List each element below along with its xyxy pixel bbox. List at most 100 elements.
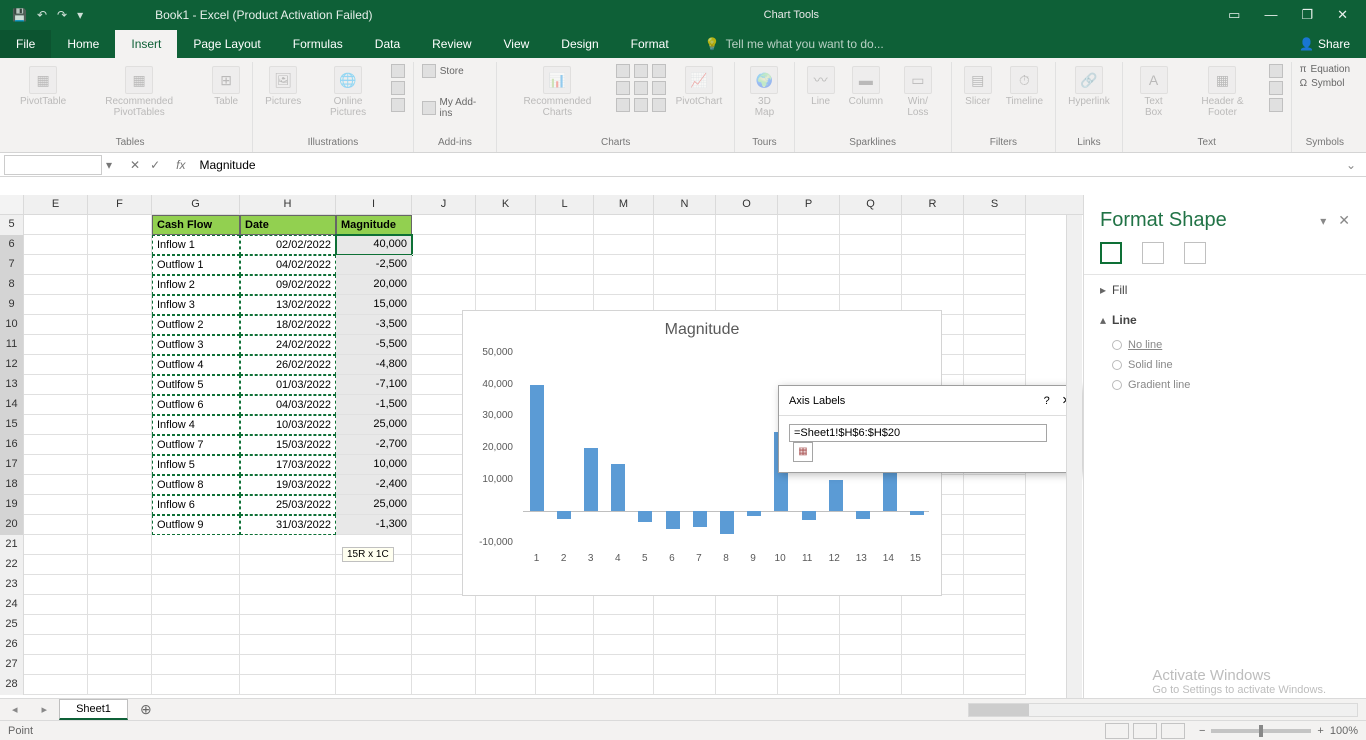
tab-formulas[interactable]: Formulas	[277, 30, 359, 58]
cell[interactable]	[152, 635, 240, 655]
cell[interactable]: Outflow 2	[152, 315, 240, 335]
cell[interactable]	[412, 235, 476, 255]
cell[interactable]: Inflow 1	[152, 235, 240, 255]
cell[interactable]	[412, 215, 476, 235]
fx-icon[interactable]: fx	[170, 158, 191, 172]
screenshot-button[interactable]	[391, 98, 405, 112]
cell[interactable]	[476, 675, 536, 695]
cell[interactable]	[88, 495, 152, 515]
col-header[interactable]: H	[240, 195, 336, 214]
expand-formula-bar-icon[interactable]: ⌄	[1336, 158, 1366, 172]
cell[interactable]	[88, 595, 152, 615]
cell[interactable]: 17/03/2022	[240, 455, 336, 475]
row-header[interactable]: 16	[0, 435, 24, 455]
cell[interactable]	[24, 295, 88, 315]
chart-bar[interactable]	[910, 511, 924, 515]
cell[interactable]: 02/02/2022	[240, 235, 336, 255]
cell[interactable]	[778, 595, 840, 615]
cell[interactable]	[716, 655, 778, 675]
row-header[interactable]: 28	[0, 675, 24, 695]
cell[interactable]	[964, 275, 1026, 295]
cell[interactable]: 01/03/2022	[240, 375, 336, 395]
gradient-line-option[interactable]: Gradient line	[1084, 375, 1366, 395]
cell[interactable]: Outflow 1	[152, 255, 240, 275]
cell[interactable]	[24, 455, 88, 475]
fill-section[interactable]: ▸Fill	[1084, 275, 1366, 305]
row-header[interactable]: 14	[0, 395, 24, 415]
chart-bar[interactable]	[584, 448, 598, 511]
row-header[interactable]: 19	[0, 495, 24, 515]
cell[interactable]	[536, 595, 594, 615]
cell[interactable]: 18/02/2022	[240, 315, 336, 335]
chart-bar[interactable]	[557, 511, 571, 519]
cell[interactable]: 13/02/2022	[240, 295, 336, 315]
solid-line-option[interactable]: Solid line	[1084, 355, 1366, 375]
cell[interactable]: 09/02/2022	[240, 275, 336, 295]
cell[interactable]: Inflow 3	[152, 295, 240, 315]
chart-title[interactable]: Magnitude	[463, 311, 941, 343]
save-icon[interactable]: 💾	[12, 8, 27, 22]
cell[interactable]	[240, 635, 336, 655]
cell[interactable]: -2,500	[336, 255, 412, 275]
cell[interactable]	[88, 675, 152, 695]
tab-page-layout[interactable]: Page Layout	[177, 30, 276, 58]
cell[interactable]	[88, 335, 152, 355]
minimize-icon[interactable]: ―	[1264, 7, 1277, 23]
map3d-button[interactable]: 🌍3D Map	[743, 64, 785, 120]
effects-tab-icon[interactable]	[1142, 242, 1164, 264]
cell[interactable]	[24, 315, 88, 335]
cell[interactable]	[152, 595, 240, 615]
cell[interactable]: 04/02/2022	[240, 255, 336, 275]
cell[interactable]: Outflow 8	[152, 475, 240, 495]
row-header[interactable]: 7	[0, 255, 24, 275]
line-section[interactable]: ▴Line	[1084, 305, 1366, 335]
cell[interactable]	[840, 275, 902, 295]
cell[interactable]	[336, 675, 412, 695]
cell[interactable]	[88, 255, 152, 275]
cell[interactable]	[964, 675, 1026, 695]
sigline-icon[interactable]	[1269, 81, 1283, 95]
cell[interactable]	[964, 355, 1026, 375]
cell[interactable]	[594, 615, 654, 635]
cell[interactable]	[778, 235, 840, 255]
row-header[interactable]: 26	[0, 635, 24, 655]
cell[interactable]	[88, 215, 152, 235]
smartart-button[interactable]	[391, 81, 405, 95]
cell[interactable]	[654, 635, 716, 655]
cell[interactable]	[654, 215, 716, 235]
row-header[interactable]: 23	[0, 575, 24, 595]
cell[interactable]	[476, 595, 536, 615]
undo-icon[interactable]: ↶	[37, 8, 47, 22]
cell[interactable]	[902, 595, 964, 615]
chart-y-axis[interactable]: -10,00010,00020,00030,00040,00050,000	[463, 353, 519, 563]
cell[interactable]	[964, 615, 1026, 635]
cell[interactable]: 25/03/2022	[240, 495, 336, 515]
cell[interactable]	[24, 375, 88, 395]
cell[interactable]	[24, 655, 88, 675]
cell[interactable]	[902, 235, 964, 255]
page-break-view-button[interactable]	[1161, 723, 1185, 739]
cell[interactable]	[88, 275, 152, 295]
object-icon[interactable]	[1269, 98, 1283, 112]
cell[interactable]: -1,500	[336, 395, 412, 415]
cell[interactable]	[654, 275, 716, 295]
no-line-option[interactable]: No line	[1084, 335, 1366, 355]
range-picker-icon[interactable]: ▦	[793, 442, 813, 462]
cell[interactable]: Outflow 9	[152, 515, 240, 535]
size-tab-icon[interactable]	[1184, 242, 1206, 264]
tab-file[interactable]: File	[0, 30, 51, 58]
fill-line-tab-icon[interactable]	[1100, 242, 1122, 264]
cell[interactable]: Inflow 2	[152, 275, 240, 295]
cell[interactable]: 24/02/2022	[240, 335, 336, 355]
cell[interactable]	[778, 275, 840, 295]
chart-radar-icon[interactable]	[634, 98, 648, 112]
cell[interactable]	[840, 235, 902, 255]
cell[interactable]	[88, 475, 152, 495]
cell[interactable]	[476, 215, 536, 235]
cell[interactable]	[964, 575, 1026, 595]
cell[interactable]: -5,500	[336, 335, 412, 355]
cell[interactable]	[594, 255, 654, 275]
pane-close-icon[interactable]: ✕	[1338, 212, 1350, 229]
cell[interactable]	[240, 675, 336, 695]
wordart-icon[interactable]	[1269, 64, 1283, 78]
